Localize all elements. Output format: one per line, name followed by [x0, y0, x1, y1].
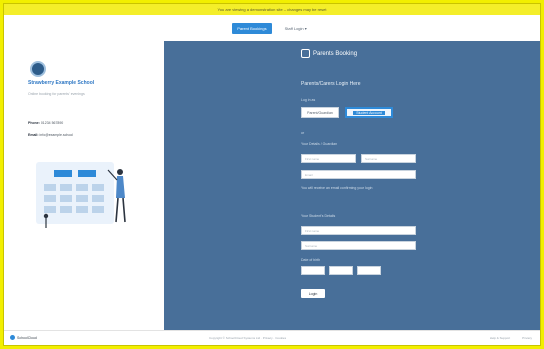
student-first-name-input[interactable]: First name [301, 226, 416, 235]
email-input[interactable]: Email [301, 170, 416, 179]
dob-label: Date of birth [301, 258, 321, 262]
dob-day-select[interactable] [301, 266, 325, 275]
brand-logo-icon [301, 49, 310, 58]
phone-line: Phone: 01234 567890 [28, 121, 63, 125]
banner-text: You are viewing a demonstration site – c… [217, 7, 327, 12]
email-label: Email: [28, 133, 39, 137]
parent-guardian-option[interactable]: Parent/Guardian [301, 107, 339, 118]
student-account-label: Student Account [353, 110, 385, 115]
phone-label: Phone: [28, 121, 40, 125]
email-hint: You will receive an email confirming you… [301, 186, 373, 190]
help-link[interactable]: Help & Support [490, 336, 510, 340]
staff-login-link[interactable]: Staff Login ▾ [280, 23, 312, 34]
email-value[interactable]: info@example.school [40, 133, 74, 137]
surname-input[interactable]: Surname [361, 154, 416, 163]
phone-value: 01234 567890 [40, 121, 64, 125]
email-line: Email: info@example.school [28, 133, 73, 137]
booking-illustration [36, 162, 126, 228]
student-account-option[interactable]: Student Account [345, 107, 393, 118]
student-details-label: Your Student's Details [301, 214, 336, 218]
footer-links: Help & Support Privacy [490, 336, 532, 340]
footer-copyright: Copyright © SchoolCloud Systems Ltd · Pr… [209, 336, 287, 340]
login-button[interactable]: Login [301, 289, 325, 298]
dob-month-select[interactable] [329, 266, 353, 275]
school-name: Strawberry Example School [28, 80, 95, 86]
schoolcloud-logo-icon [10, 335, 15, 340]
privacy-link[interactable]: Privacy [522, 336, 532, 340]
parents-booking-brand: Parents Booking [301, 49, 357, 58]
page-frame: You are viewing a demonstration site – c… [3, 3, 541, 346]
dob-year-select[interactable] [357, 266, 381, 275]
school-logo-icon [30, 61, 46, 77]
school-subtitle: Online booking for parents' evenings [28, 92, 85, 96]
footer-logo-text: SchoolCloud [17, 335, 37, 340]
first-name-input[interactable]: First name [301, 154, 356, 163]
parent-bookings-button[interactable]: Parent Bookings [232, 22, 272, 34]
student-surname-input[interactable]: Surname [301, 241, 416, 250]
page-footer: SchoolCloud Copyright © SchoolCloud Syst… [4, 330, 540, 345]
brand-name: Parents Booking [313, 50, 358, 57]
or-label: or [301, 131, 305, 135]
demo-banner: You are viewing a demonstration site – c… [4, 4, 540, 15]
login-title: Parents/Carers Login Here [301, 81, 361, 87]
top-nav: Parent Bookings Staff Login ▾ [4, 15, 540, 42]
footer-logo: SchoolCloud [10, 335, 37, 340]
your-details-label: Your Details / Guardian [301, 142, 338, 146]
login-as-label: Log in as [301, 98, 316, 102]
